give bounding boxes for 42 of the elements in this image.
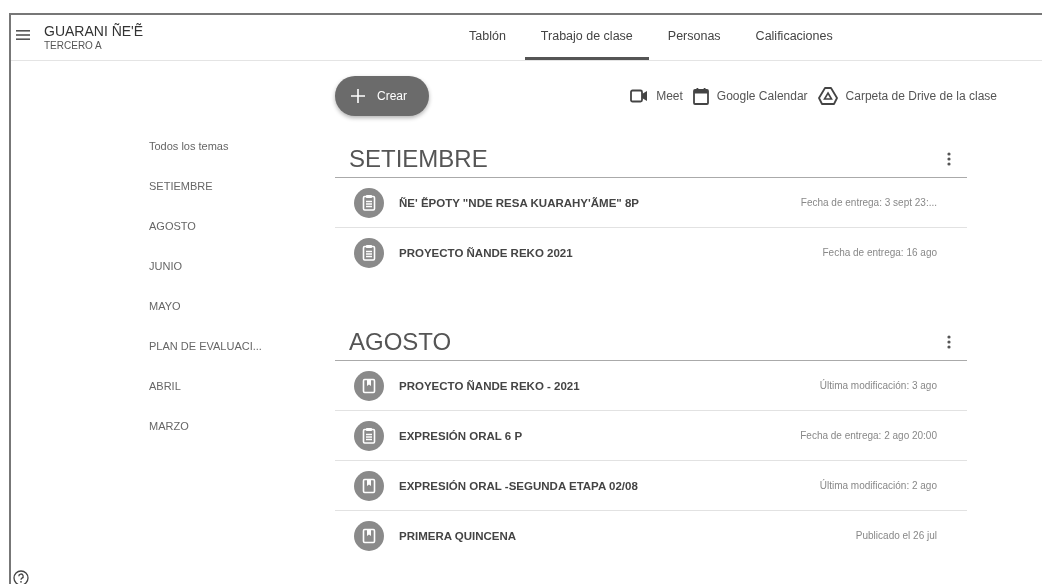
video-camera-icon (630, 89, 649, 103)
classwork-item[interactable]: PROYECTO ÑANDE REKO 2021 Fecha de entrega: 16 ago (335, 228, 967, 277)
topic-link[interactable]: ABRIL (149, 378, 181, 395)
create-button[interactable]: Crear (335, 76, 429, 116)
plus-icon (351, 89, 365, 103)
clipboard-icon (354, 237, 384, 268)
classwork-item[interactable]: EXPRESIÓN ORAL -SEGUNDA ETAPA 02/08 Última modificación: 2 ago (335, 461, 967, 511)
topic-link[interactable]: MARZO (149, 418, 189, 435)
class-title: GUARANI ÑE'Ẽ (44, 23, 144, 39)
book-icon (354, 370, 384, 401)
clipboard-icon (354, 420, 384, 451)
calendar-icon (692, 87, 709, 105)
class-subtitle: TERCERO A (44, 40, 103, 51)
topic-link[interactable]: MAYO (149, 298, 181, 315)
nav-tab[interactable]: Tablón (453, 15, 522, 60)
topic-heading: SETIEMBRE (349, 144, 488, 173)
topic-link[interactable]: JUNIO (149, 258, 182, 275)
more-button[interactable] (947, 334, 951, 349)
help-icon[interactable] (13, 570, 29, 584)
menu-icon (16, 29, 30, 41)
toolbar-link[interactable]: Carpeta de Drive de la clase (817, 87, 997, 105)
classwork-item[interactable]: ÑE' ẼPOTY "NDE RESA KUARAHY'ÃME" 8P Fecha de entrega: 3 sept 23:... (335, 178, 967, 228)
topic-heading: AGOSTO (349, 327, 452, 356)
classwork-item[interactable]: EXPRESIÓN ORAL 6 P Fecha de entrega: 2 ago 20:00 (335, 411, 967, 461)
book-icon (354, 470, 384, 501)
more-icon (947, 334, 951, 349)
topic-link[interactable]: SETIEMBRE (149, 178, 213, 195)
topic-link[interactable]: AGOSTO (149, 218, 196, 235)
topic-link[interactable]: Todos los temas (149, 138, 229, 155)
toolbar-link[interactable]: Meet (630, 87, 683, 105)
more-icon (947, 151, 951, 166)
drive-icon (817, 87, 838, 105)
classwork-item[interactable]: PROYECTO ÑANDE REKO - 2021 Última modificación: 3 ago (335, 361, 967, 411)
book-icon (354, 520, 384, 551)
nav-tab[interactable]: Calificaciones (739, 15, 849, 60)
nav-tab[interactable]: Personas (651, 15, 737, 60)
classwork-item[interactable]: PRIMERA QUINCENA Publicado el 26 jul (335, 511, 967, 560)
clipboard-icon (354, 187, 384, 218)
toolbar-link[interactable]: Google Calendar (692, 87, 808, 105)
nav-tab[interactable]: Trabajo de clase (524, 15, 649, 60)
topic-link[interactable]: PLAN DE EVALUACI... (149, 338, 262, 355)
more-button[interactable] (947, 151, 951, 166)
